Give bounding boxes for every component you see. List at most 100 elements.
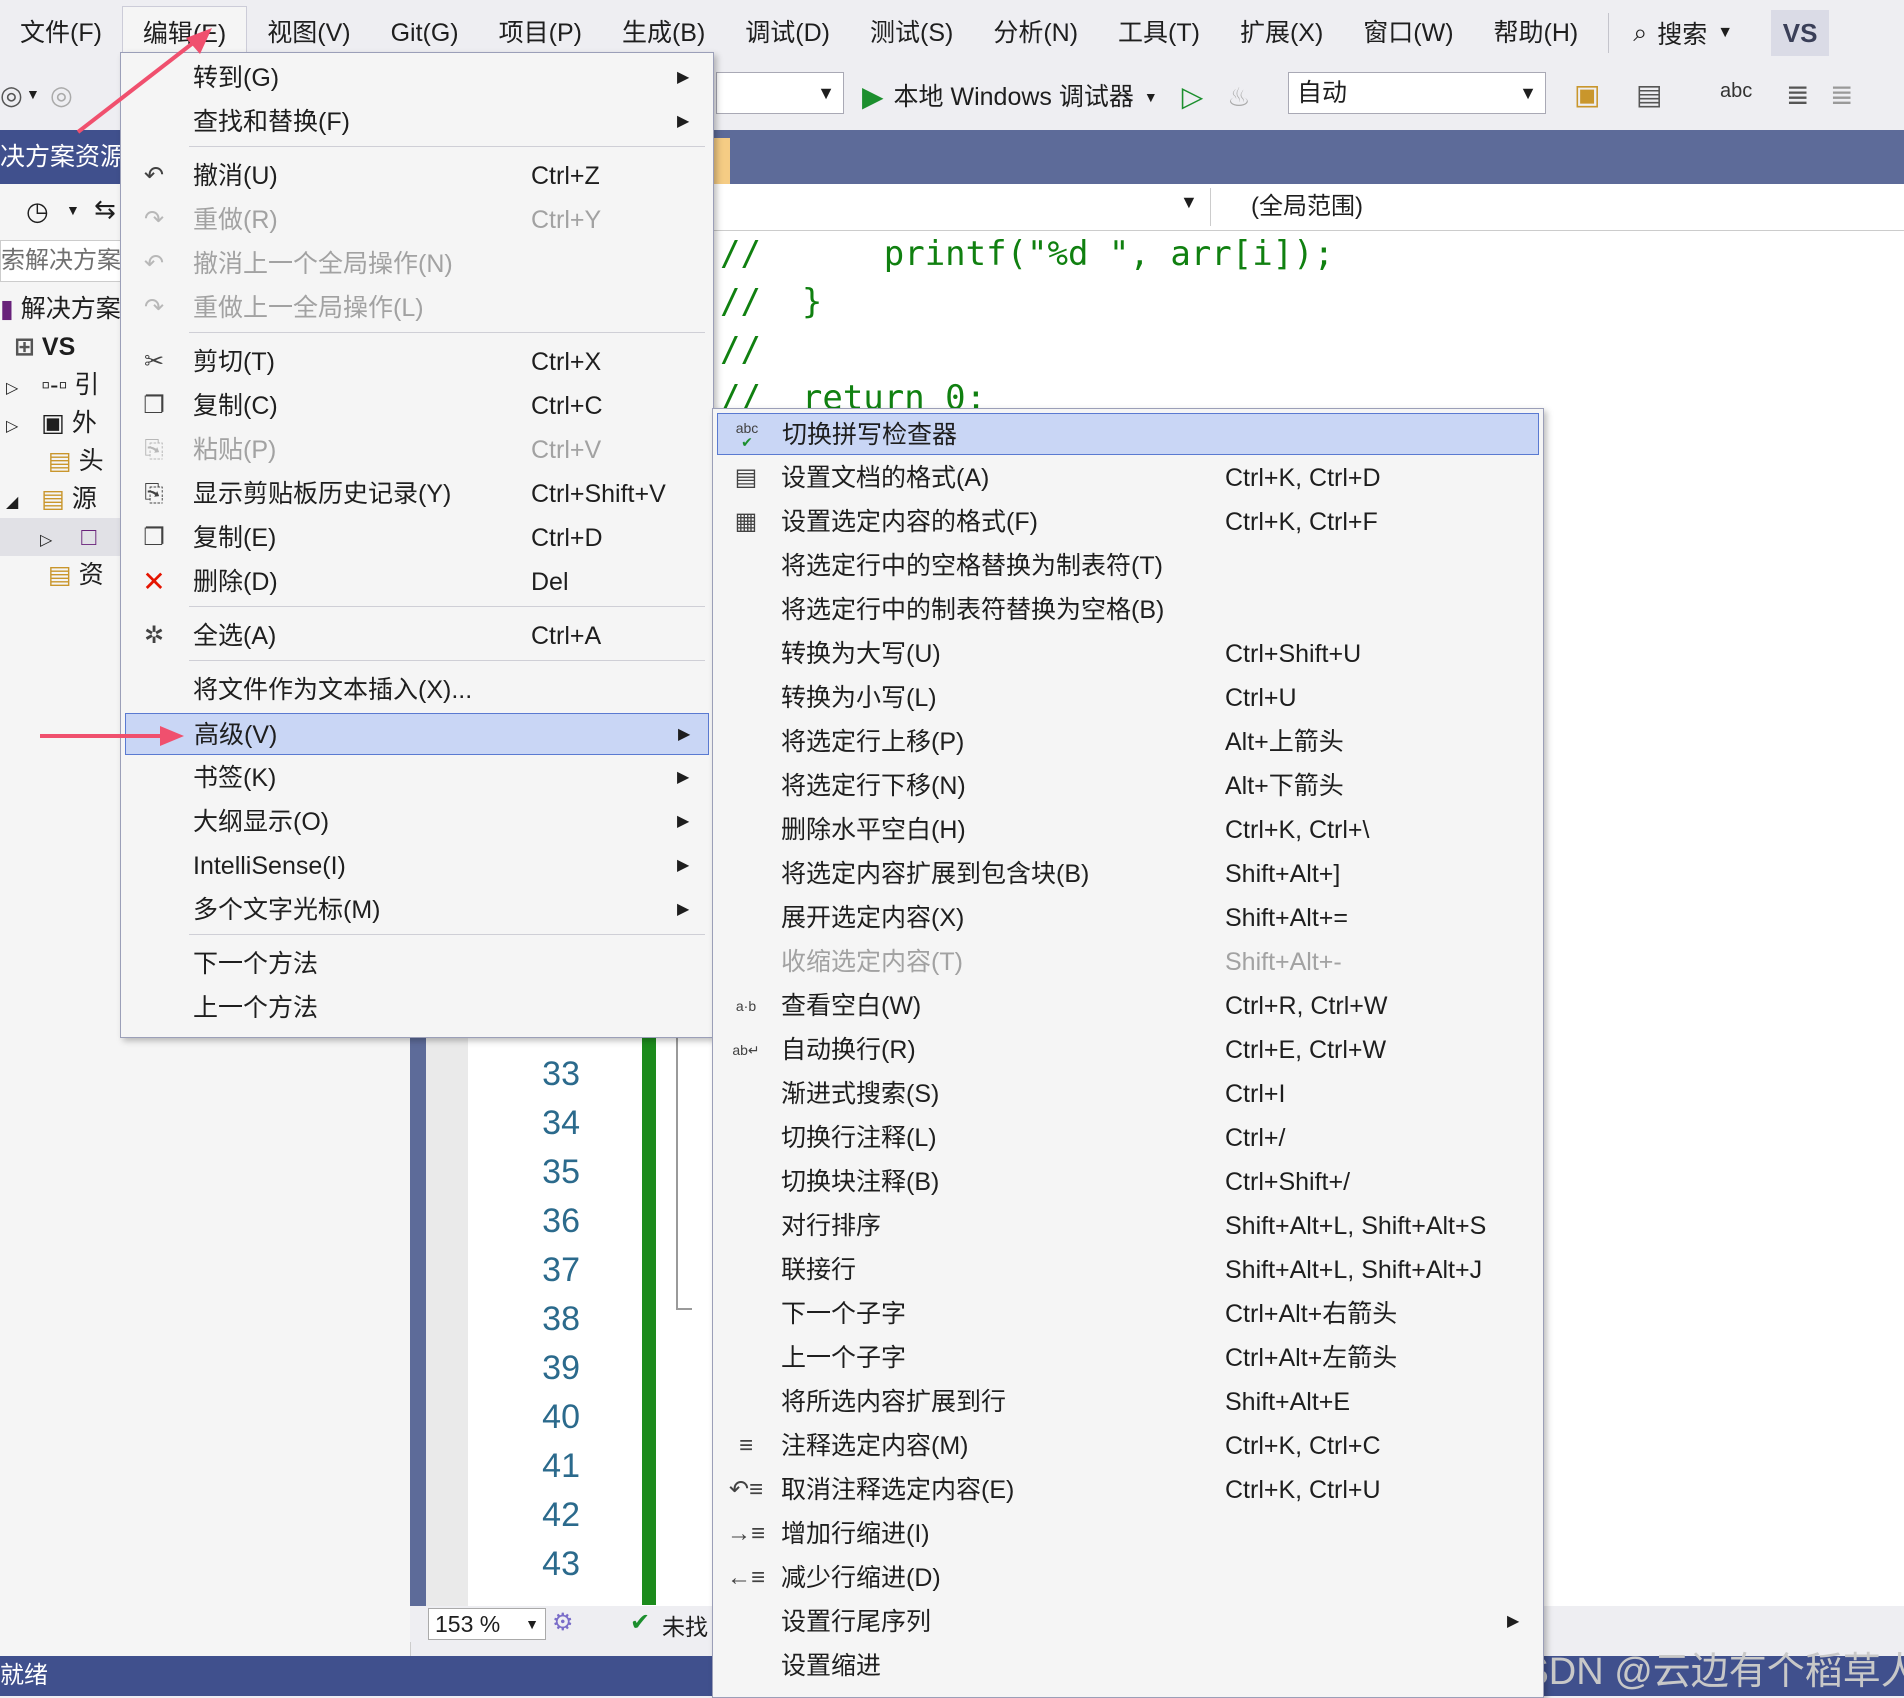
edit-menu-item[interactable]: 书签(K) ▶: [125, 757, 709, 799]
advanced-menu-item[interactable]: 设置缩进: [717, 1645, 1539, 1687]
advanced-menu-item[interactable]: ▤ 设置文档的格式(A) Ctrl+K, Ctrl+D: [717, 457, 1539, 499]
advanced-menu-item[interactable]: 将选定行上移(P) Alt+上箭头: [717, 721, 1539, 763]
config-combo[interactable]: 自动 ▼: [1288, 72, 1546, 114]
edit-menu-item[interactable]: ⎘ 显示剪贴板历史记录(Y) Ctrl+Shift+V: [125, 473, 709, 515]
menu-separator: [189, 934, 705, 935]
edit-menu-item[interactable]: IntelliSense(I) ▶: [125, 845, 709, 887]
uncomment-icon: ↶≡: [728, 1476, 764, 1503]
menu-item-shortcut: Ctrl+Alt+右箭头: [1225, 1300, 1398, 1328]
search-box[interactable]: ⌕ 搜索 ▼: [1619, 15, 1747, 51]
advanced-menu-item[interactable]: →≡ 增加行缩进(I): [717, 1513, 1539, 1555]
folder-icon[interactable]: ▣: [1574, 78, 1600, 111]
advanced-menu-item[interactable]: ←≡ 减少行缩进(D): [717, 1557, 1539, 1599]
advanced-menu-item[interactable]: 将选定行中的制表符替换为空格(B): [717, 589, 1539, 631]
spellcheck-toolbar-icon[interactable]: abc: [1720, 80, 1752, 103]
edit-menu-item[interactable]: ❐ 复制(C) Ctrl+C: [125, 385, 709, 427]
status-text: 就绪: [0, 1662, 48, 1689]
advanced-menu-item[interactable]: ≡ 注释选定内容(M) Ctrl+K, Ctrl+C: [717, 1425, 1539, 1467]
comment-toolbar-icon[interactable]: ≣: [1786, 78, 1809, 111]
edit-menu-item[interactable]: ↷ 重做(R) Ctrl+Y: [125, 199, 709, 241]
issues-label[interactable]: 未找: [662, 1608, 708, 1642]
edit-menu-item[interactable]: 大纲显示(O) ▶: [125, 801, 709, 843]
scope-dropdown[interactable]: (全局范围): [1210, 188, 1904, 226]
copy-icon: ❐: [143, 392, 165, 419]
intellicode-icon[interactable]: ⚙: [552, 1608, 574, 1637]
hot-reload-icon[interactable]: ♨: [1227, 76, 1250, 118]
menu-item-label: 上一个子字: [781, 1344, 907, 1372]
menu-item-shortcut: Ctrl+Y: [531, 206, 602, 234]
edit-menu-item[interactable]: ↷ 重做上一全局操作(L): [125, 287, 709, 329]
tree-item-solution[interactable]: ▮ 解决方案: [0, 290, 121, 328]
edit-menu-item[interactable]: 高级(V) ▶: [125, 713, 709, 755]
advanced-menu-item[interactable]: 删除水平空白(H) Ctrl+K, Ctrl+\: [717, 809, 1539, 851]
edit-menu-item[interactable]: ↶ 撤消上一个全局操作(N): [125, 243, 709, 285]
edit-menu-item[interactable]: 将文件作为文本插入(X)...: [125, 669, 709, 711]
uncomment-toolbar-icon[interactable]: ≣: [1830, 78, 1853, 111]
menu-item-shortcut: Alt+下箭头: [1225, 772, 1344, 800]
edit-menu-item[interactable]: ⎘ 粘贴(P) Ctrl+V: [125, 429, 709, 471]
menu-separator: [189, 332, 705, 333]
menu-test[interactable]: 测试(S): [850, 6, 973, 60]
advanced-menu-item[interactable]: 下一个子字 Ctrl+Alt+右箭头: [717, 1293, 1539, 1335]
menu-tools[interactable]: 工具(T): [1098, 6, 1220, 60]
advanced-menu-item[interactable]: ab↵ 自动换行(R) Ctrl+E, Ctrl+W: [717, 1029, 1539, 1071]
back-icon[interactable]: ◎: [0, 80, 23, 111]
menu-item-label: 收缩选定内容(T): [781, 948, 963, 976]
zoom-dropdown[interactable]: 153 % ▼: [428, 1608, 546, 1640]
chevron-down-icon[interactable]: ▼: [66, 202, 80, 218]
vs-badge[interactable]: VS: [1771, 10, 1830, 56]
edit-menu-item[interactable]: 上一个方法: [125, 987, 709, 1029]
advanced-menu-item[interactable]: 渐进式搜索(S) Ctrl+I: [717, 1073, 1539, 1115]
tree-item-external[interactable]: ▷ ▣ 外: [6, 404, 97, 442]
advanced-menu-item[interactable]: ▦ 设置选定内容的格式(F) Ctrl+K, Ctrl+F: [717, 501, 1539, 543]
advanced-menu-item[interactable]: 转换为小写(L) Ctrl+U: [717, 677, 1539, 719]
menu-window[interactable]: 窗口(W): [1343, 6, 1473, 60]
tree-item-source[interactable]: ◢ ▤ 源: [6, 480, 97, 518]
advanced-menu-item[interactable]: 切换块注释(B) Ctrl+Shift+/: [717, 1161, 1539, 1203]
save-icon[interactable]: ▤: [1636, 78, 1662, 111]
advanced-menu-item[interactable]: ↶≡ 取消注释选定内容(E) Ctrl+K, Ctrl+U: [717, 1469, 1539, 1511]
menu-item-shortcut: Shift+Alt+-: [1225, 948, 1342, 976]
sync-icon[interactable]: ⇆: [94, 194, 116, 225]
chevron-down-icon[interactable]: ▼: [1180, 192, 1198, 213]
advanced-menu-item[interactable]: 将选定行下移(N) Alt+下箭头: [717, 765, 1539, 807]
tree-item-resources[interactable]: ▤ 资: [48, 556, 104, 594]
menu-extensions[interactable]: 扩展(X): [1220, 6, 1343, 60]
advanced-menu-item[interactable]: abc ✔ 切换拼写检查器: [717, 413, 1539, 455]
start-debugger-button[interactable]: ▶ 本地 Windows 调试器 ▼ ▷ ♨: [862, 76, 1251, 118]
advanced-menu-item[interactable]: 将所选内容扩展到行 Shift+Alt+E: [717, 1381, 1539, 1423]
tree-item-headers[interactable]: ▤ 头: [48, 442, 104, 480]
advanced-menu-item[interactable]: 将选定内容扩展到包含块(B) Shift+Alt+]: [717, 853, 1539, 895]
menu-item-shortcut: Ctrl+Alt+左箭头: [1225, 1344, 1398, 1372]
edit-menu-item[interactable]: 多个文字光标(M) ▶: [125, 889, 709, 931]
advanced-menu-item[interactable]: a·b 查看空白(W) Ctrl+R, Ctrl+W: [717, 985, 1539, 1027]
advanced-menu-item[interactable]: 上一个子字 Ctrl+Alt+左箭头: [717, 1337, 1539, 1379]
menu-help[interactable]: 帮助(H): [1474, 6, 1599, 60]
edit-menu-item[interactable]: ✲ 全选(A) Ctrl+A: [125, 615, 709, 657]
advanced-menu-item[interactable]: 将选定行中的空格替换为制表符(T): [717, 545, 1539, 587]
advanced-menu-item[interactable]: 联接行 Shift+Alt+L, Shift+Alt+J: [717, 1249, 1539, 1291]
advanced-menu-item[interactable]: 展开选定内容(X) Shift+Alt+=: [717, 897, 1539, 939]
edit-menu-item[interactable]: 下一个方法: [125, 943, 709, 985]
advanced-menu-item[interactable]: 对行排序 Shift+Alt+L, Shift+Alt+S: [717, 1205, 1539, 1247]
tree-item-project[interactable]: ⊞ VS: [14, 328, 75, 366]
edit-menu-item[interactable]: ↶ 撤消(U) Ctrl+Z: [125, 155, 709, 197]
edit-menu: 转到(G) ▶ 查找和替换(F) ▶ ↶ 撤消(U) Ctrl+Z ↷ 重做(R) Ctrl+Y ↶…: [120, 52, 714, 1038]
platform-combo[interactable]: ▼: [716, 72, 844, 114]
advanced-menu-item[interactable]: 设置行尾序列 ▶: [717, 1601, 1539, 1643]
edit-menu-item[interactable]: ❐ 复制(E) Ctrl+D: [125, 517, 709, 559]
menu-debug[interactable]: 调试(D): [725, 6, 850, 60]
advanced-menu-item[interactable]: 转换为大写(U) Ctrl+Shift+U: [717, 633, 1539, 675]
chevron-down-icon[interactable]: ▼: [26, 86, 40, 102]
menu-analyze[interactable]: 分析(N): [973, 6, 1098, 60]
advanced-menu-item[interactable]: 切换行注释(L) Ctrl+/: [717, 1117, 1539, 1159]
tree-item-references[interactable]: ▷ ▫-▫ 引: [6, 366, 99, 404]
project-icon: ⊞: [14, 333, 35, 361]
edit-menu-item[interactable]: ✂ 剪切(T) Ctrl+X: [125, 341, 709, 383]
start-without-debug-icon[interactable]: ▷: [1182, 76, 1204, 118]
history-icon[interactable]: ◷: [26, 196, 49, 227]
line-number: 42: [542, 1496, 580, 1534]
code-line: // }: [720, 282, 823, 322]
advanced-menu-item[interactable]: 收缩选定内容(T) Shift+Alt+-: [717, 941, 1539, 983]
edit-menu-item[interactable]: ✕ 删除(D) Del: [125, 561, 709, 603]
